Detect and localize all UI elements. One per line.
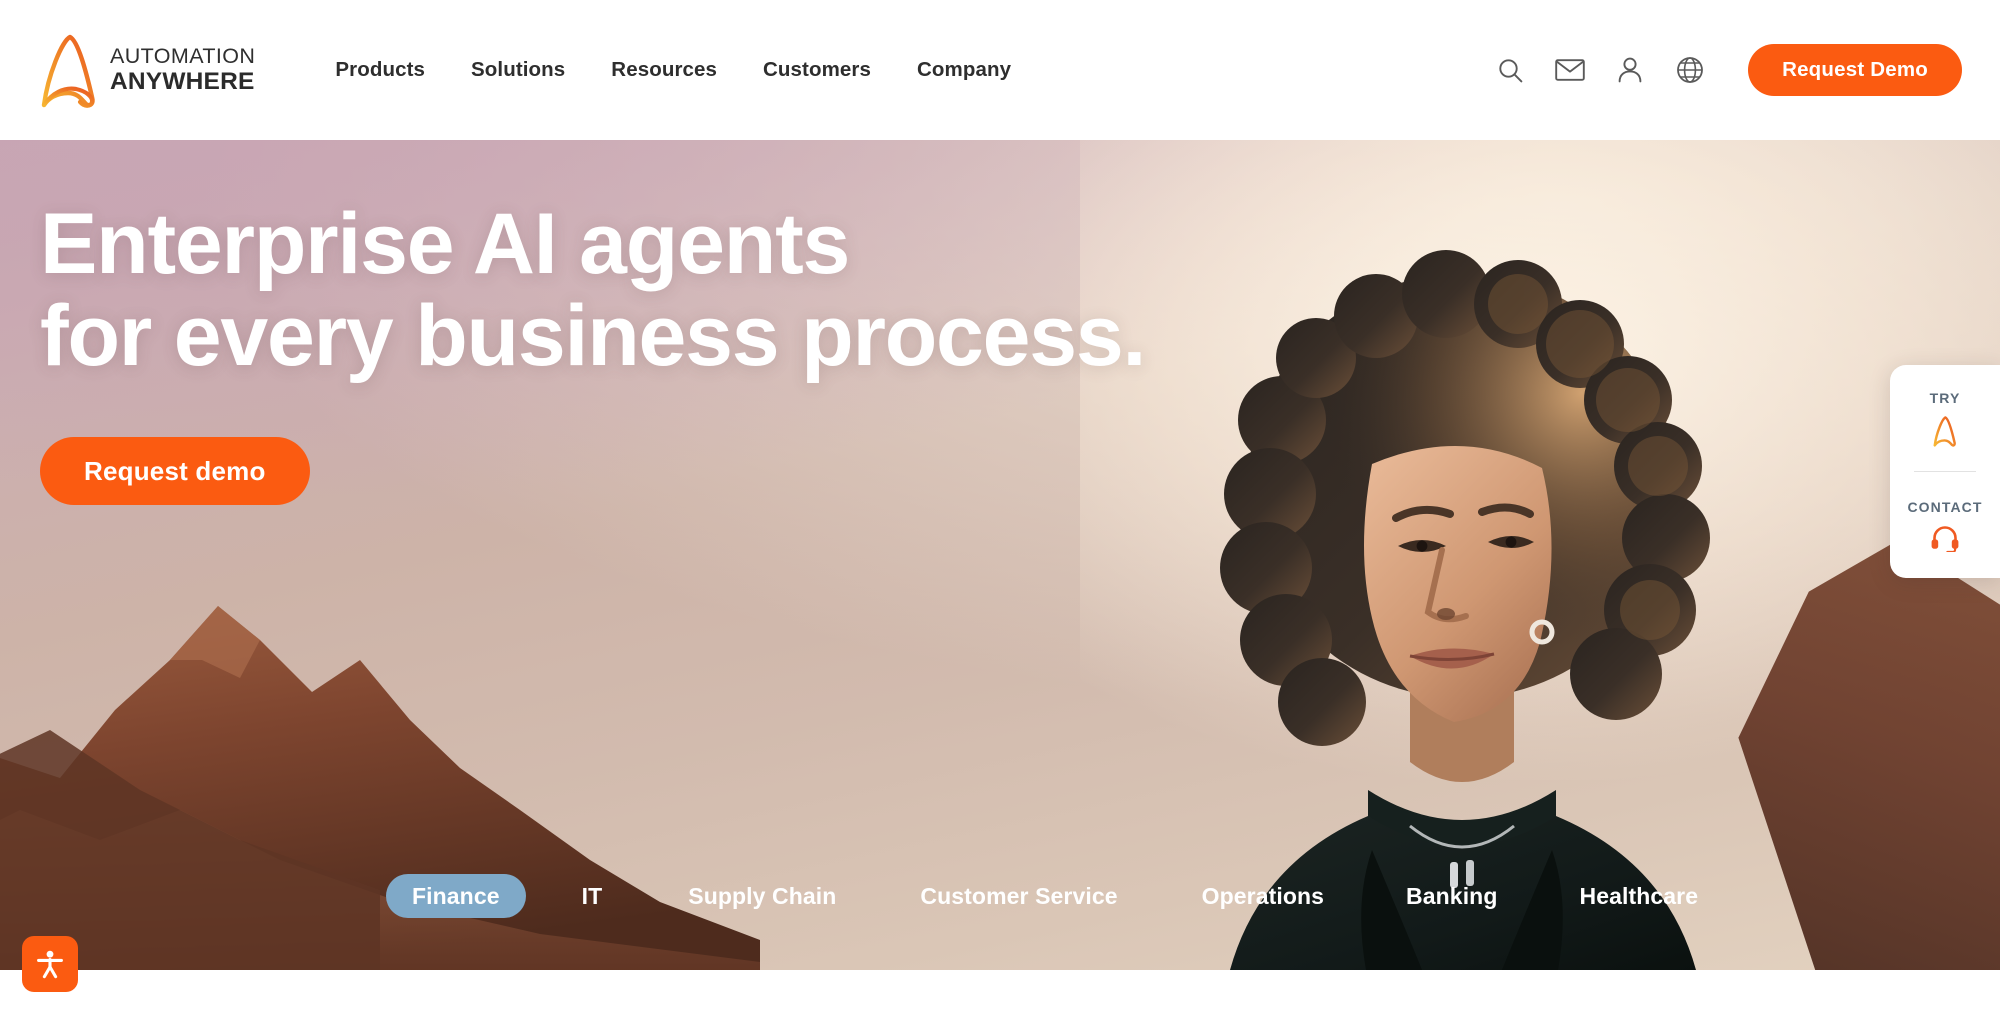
search-button[interactable] — [1480, 40, 1540, 100]
content-card-below-hero — [75, 970, 1887, 1021]
request-demo-button-header[interactable]: Request Demo — [1748, 44, 1962, 96]
tab-supply-chain[interactable]: Supply Chain — [662, 874, 862, 918]
hero-headline: Enterprise AI agents for every business … — [40, 196, 1146, 385]
accessibility-button[interactable] — [22, 936, 78, 992]
tab-finance[interactable]: Finance — [386, 874, 526, 918]
floating-side-widget: TRY CONTACT — [1890, 365, 2000, 578]
automation-anywhere-a-logo-icon — [41, 34, 95, 108]
logo-line-2: ANYWHERE — [110, 68, 255, 95]
hero-copy: Enterprise AI agents for every business … — [40, 196, 1146, 506]
try-action[interactable]: TRY — [1890, 365, 2000, 471]
try-label: TRY — [1929, 389, 1961, 406]
logo-line-1: AUTOMATION — [110, 43, 256, 68]
tab-operations[interactable]: Operations — [1176, 874, 1350, 918]
site-header: AUTOMATION ANYWHERE Products Solutions R… — [0, 0, 2000, 140]
user-icon — [1618, 57, 1642, 83]
nav-item-products[interactable]: Products — [335, 58, 425, 82]
tab-healthcare[interactable]: Healthcare — [1553, 874, 1724, 918]
tab-it[interactable]: IT — [556, 874, 629, 918]
nav-item-resources[interactable]: Resources — [611, 58, 717, 82]
logo[interactable]: AUTOMATION ANYWHERE — [38, 30, 255, 110]
headset-icon — [1931, 525, 1959, 552]
industry-tabs: Finance IT Supply Chain Customer Service… — [386, 874, 1724, 918]
nav-item-customers[interactable]: Customers — [763, 58, 871, 82]
main-navigation: Products Solutions Resources Customers C… — [335, 58, 1011, 82]
request-demo-button-hero[interactable]: Request demo — [40, 437, 310, 506]
globe-icon — [1677, 57, 1703, 83]
hero-person-portrait — [1220, 250, 1710, 970]
search-icon — [1498, 58, 1522, 82]
accessibility-person-icon — [37, 950, 63, 979]
language-button[interactable] — [1660, 40, 1720, 100]
mail-button[interactable] — [1540, 40, 1600, 100]
logo-wordmark: AUTOMATION ANYWHERE — [110, 43, 256, 95]
header-actions: Request Demo — [1480, 40, 1962, 100]
nav-item-solutions[interactable]: Solutions — [471, 58, 565, 82]
contact-label: CONTACT — [1907, 498, 1983, 515]
contact-action[interactable]: CONTACT — [1890, 472, 2000, 578]
mountain-foreground-graphic — [0, 730, 380, 970]
hero-section: Enterprise AI agents for every business … — [0, 140, 2000, 970]
tab-banking[interactable]: Banking — [1380, 874, 1523, 918]
automation-anywhere-a-logo-small-icon — [1933, 415, 1956, 447]
account-button[interactable] — [1600, 40, 1660, 100]
nav-item-company[interactable]: Company — [917, 58, 1011, 82]
hero-headline-line-2: for every business process. — [40, 288, 1146, 385]
mail-icon — [1555, 59, 1585, 81]
tab-customer-service[interactable]: Customer Service — [894, 874, 1143, 918]
hero-headline-line-1: Enterprise AI agents — [40, 196, 850, 292]
